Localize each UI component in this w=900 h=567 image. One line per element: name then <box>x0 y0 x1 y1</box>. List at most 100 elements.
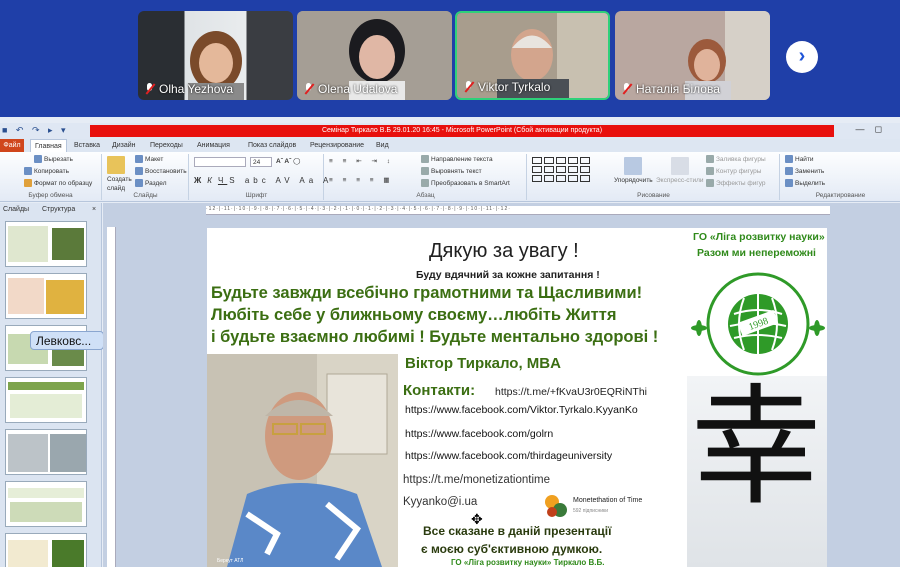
quick-styles-button[interactable]: Экспресс-стили <box>656 157 704 184</box>
outline-icon <box>706 167 714 175</box>
ribbon-tabs: Файл Главная Вставка Дизайн Переходы Ани… <box>0 139 900 153</box>
scissors-icon <box>34 155 42 163</box>
participant-name-row: Olha Yezhova <box>144 82 233 96</box>
quick-access-icons[interactable]: ■ ↶ ↷ ▸ ▾ <box>2 125 69 136</box>
replace-label: Заменить <box>795 167 825 175</box>
copy-icon <box>24 167 32 175</box>
align-text-button[interactable]: Выровнять текст <box>421 167 482 175</box>
section-button[interactable]: Раздел <box>135 179 166 187</box>
participant-tile-active[interactable]: Viktor Tyrkalo <box>455 11 610 100</box>
close-panel-icon[interactable]: × <box>92 206 96 213</box>
smartart-button[interactable]: Преобразовать в SmartArt <box>421 179 510 187</box>
layout-button[interactable]: Макет <box>135 155 163 163</box>
contacts-label: Контакти: <box>403 382 476 399</box>
kanji-image: 幸 <box>687 376 827 567</box>
slide-thumbnail[interactable] <box>5 377 87 423</box>
tab-design[interactable]: Дизайн <box>112 139 136 152</box>
font-group: 24 Aˆ Aˇ ◯ ЖКЧS abc AV Aa A Шрифт <box>190 154 328 200</box>
slide-thumbnail[interactable] <box>5 221 87 267</box>
arrange-icon <box>624 157 643 175</box>
fill-icon <box>706 155 714 163</box>
copy-button[interactable]: Копировать <box>24 167 69 175</box>
find-button[interactable]: Найти <box>785 155 814 163</box>
align-buttons[interactable]: ≡ ≡ ≡ ≡ ▦ <box>329 176 394 184</box>
tab-transitions[interactable]: Переходы <box>150 139 183 152</box>
cut-button[interactable]: Вырезать <box>34 155 73 163</box>
arrange-button[interactable]: Упорядочить <box>614 157 653 184</box>
select-button[interactable]: Выделить <box>785 179 825 187</box>
slide-thumbnail[interactable] <box>5 533 87 567</box>
shape-outline-button[interactable]: Контур фигуры <box>706 167 761 175</box>
font-grow-buttons[interactable]: Aˆ Aˇ ◯ <box>276 157 300 165</box>
telegram-channel-link[interactable]: https://t.me/monetizationtime <box>403 474 550 486</box>
email-address[interactable]: Kyyanko@i.ua <box>403 496 477 508</box>
slide-wish-line-3: і будьте взаємно любимі ! Будьте менталь… <box>211 328 659 346</box>
clipboard-group-label: Буфер обмена <box>28 192 73 199</box>
tab-slides[interactable]: Слайды <box>3 206 29 213</box>
tab-home[interactable]: Главная <box>30 139 67 153</box>
slide-thumbnail[interactable] <box>5 429 87 475</box>
slide-thumbnail[interactable] <box>5 273 87 319</box>
align-text-icon <box>421 167 429 175</box>
user-label-tooltip: Левковс... <box>30 331 104 350</box>
facebook-link-2[interactable]: https://www.facebook.com/golrn <box>405 428 553 440</box>
format-painter-label: Формат по образцу <box>34 179 93 187</box>
opinion-line-2: є моєю суб'єктивною думкою. <box>421 542 603 556</box>
tab-outline[interactable]: Структура <box>42 206 75 213</box>
replace-icon <box>785 167 793 175</box>
participant-tile[interactable]: Наталія Білова <box>615 11 770 100</box>
select-icon <box>785 179 793 187</box>
text-direction-button[interactable]: Направление текста <box>421 155 493 163</box>
format-painter-button[interactable]: Формат по образцу <box>24 179 92 187</box>
font-size-value: 24 <box>253 158 261 166</box>
chevron-right-icon: › <box>798 44 806 67</box>
slide[interactable]: Дякую за увагу ! Буду вдячний за кожне з… <box>207 228 827 567</box>
clipboard-group: Вырезать Копировать Формат по образцу Бу… <box>0 154 102 200</box>
drawing-group: Упорядочить Экспресс-стили Заливка фигур… <box>528 154 780 200</box>
facebook-link-1[interactable]: https://www.facebook.com/Viktor.Tyrkalo.… <box>405 404 638 416</box>
replace-button[interactable]: Заменить <box>785 167 824 175</box>
slide-thumbnail[interactable] <box>5 481 87 527</box>
tab-review[interactable]: Рецензирование <box>310 139 364 152</box>
reset-button[interactable]: Восстановить <box>135 167 187 175</box>
facebook-link-3[interactable]: https://www.facebook.com/thirdageunivers… <box>405 450 612 462</box>
font-style-buttons[interactable]: ЖКЧS abc AV Aa A <box>194 176 332 185</box>
photo-caption: Беркут АТЛ <box>217 558 243 564</box>
next-participants-button[interactable]: › <box>786 41 818 73</box>
tab-slideshow[interactable]: Показ слайдов <box>248 139 296 152</box>
participant-tile[interactable]: Olena Udalova <box>297 11 452 100</box>
new-slide-label-2: слайд <box>107 185 126 192</box>
cut-label: Вырезать <box>44 155 73 163</box>
tab-view[interactable]: Вид <box>376 139 389 152</box>
slides-panel: Слайды Структура × Левковс... <box>0 203 104 567</box>
telegram-link[interactable]: https://t.me/+fKvaU3r0EQRiNThi <box>495 386 647 398</box>
horizontal-ruler: ·12·|·11·|·10·|·9·|·8·|·7·|·6·|·5·|·4·|·… <box>206 206 830 215</box>
window-controls[interactable]: ―◻ <box>856 124 892 135</box>
reset-label: Восстановить <box>145 167 187 175</box>
list-buttons[interactable]: ≡ ≡ ⇤ ⇥ ↕ <box>329 157 394 165</box>
mic-muted-icon <box>463 81 474 93</box>
participant-name: Olena Udalova <box>318 82 398 96</box>
new-slide-label: Создать <box>107 176 132 183</box>
tab-animation[interactable]: Анимация <box>197 139 230 152</box>
shapes-gallery[interactable] <box>532 157 608 187</box>
coins-icon <box>545 495 567 517</box>
participant-name-row: Olena Udalova <box>303 82 397 96</box>
shape-fill-button[interactable]: Заливка фигуры <box>706 155 766 163</box>
font-name-select[interactable] <box>194 157 246 167</box>
new-slide-button[interactable]: Создать слайд <box>107 156 132 192</box>
text-direction-icon <box>421 155 429 163</box>
slide-footer: ГО «Ліга розвитку науки» Тиркало В.Б. <box>451 558 605 567</box>
opinion-line-1: Все сказане в даній презентації <box>423 524 612 538</box>
find-icon <box>785 155 793 163</box>
text-direction-label: Направление текста <box>431 155 493 163</box>
slides-group-label: Слайды <box>133 192 158 199</box>
participant-tile[interactable]: Olha Yezhova <box>138 11 293 100</box>
shape-outline-label: Контур фигуры <box>716 167 762 175</box>
shape-effects-button[interactable]: Эффекты фигур <box>706 179 766 187</box>
kanji-glyph: 幸 <box>691 371 822 523</box>
tab-file[interactable]: Файл <box>0 139 24 152</box>
tab-insert[interactable]: Вставка <box>74 139 100 152</box>
font-size-select[interactable]: 24 <box>250 157 272 167</box>
participant-name: Olha Yezhova <box>159 82 234 96</box>
